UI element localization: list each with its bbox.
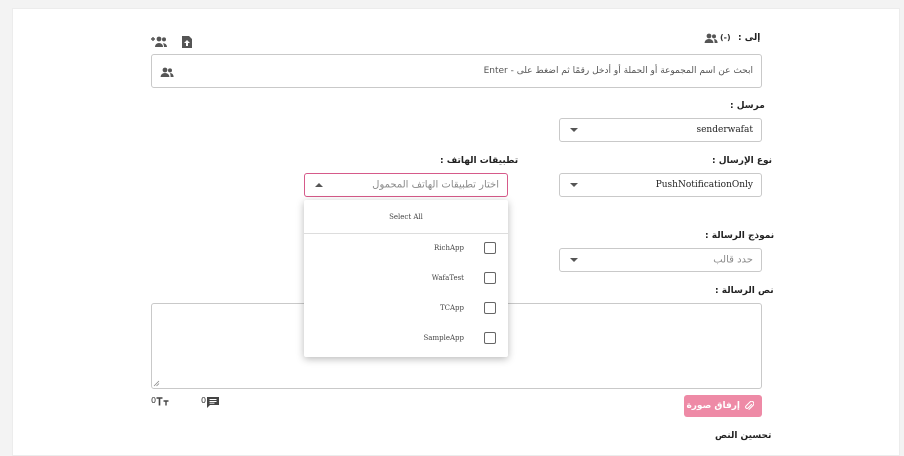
recipients-label: إلى :	[738, 33, 761, 43]
sender-select[interactable]: senderwafat	[559, 118, 762, 142]
app-option-label: SampleApp	[423, 334, 465, 342]
paperclip-icon	[745, 401, 754, 410]
caret-down-icon	[570, 258, 578, 262]
add-group-icon[interactable]	[150, 35, 168, 49]
group-icon	[704, 33, 718, 43]
improve-text-label: تحسين النص	[715, 431, 772, 441]
attach-image-button[interactable]: إرفاق صورة	[684, 395, 762, 417]
attach-image-label: إرفاق صورة	[686, 401, 740, 411]
app-option-label: WafaTest	[431, 274, 464, 282]
sender-value: senderwafat	[696, 125, 753, 135]
select-all-label: Select All	[389, 212, 423, 221]
recipients-search-input[interactable]: ابحث عن اسم المجموعة أو الحملة أو أدخل ر…	[151, 54, 762, 88]
sender-label: مرسل :	[730, 101, 765, 111]
template-placeholder: حدد قالب	[713, 254, 753, 266]
send-type-value: PushNotificationOnly	[655, 180, 753, 190]
resize-icon[interactable]	[153, 380, 160, 387]
app-option-checkbox[interactable]	[484, 332, 496, 344]
app-option[interactable]: SampleApp	[304, 323, 508, 353]
app-option-label: RichApp	[434, 244, 464, 252]
app-option-label: TCApp	[439, 304, 464, 312]
caret-down-icon	[570, 128, 578, 132]
caret-up-icon	[315, 183, 323, 187]
recipients-count: (-)	[720, 33, 731, 42]
recipients-search-placeholder: ابحث عن اسم المجموعة أو الحملة أو أدخل ر…	[483, 66, 753, 76]
select-all-option[interactable]: Select All	[304, 200, 508, 233]
phone-apps-dropdown: Select All RichApp WafaTest TCApp Sample…	[304, 200, 508, 357]
message-label: نص الرسالة :	[715, 286, 774, 296]
app-option[interactable]: TCApp	[304, 293, 508, 323]
app-option-checkbox[interactable]	[484, 302, 496, 314]
phone-apps-label: تطبيقات الهاتف :	[440, 156, 519, 166]
phone-apps-placeholder: اختار تطبيقات الهاتف المحمول	[372, 179, 499, 191]
app-option-checkbox[interactable]	[484, 242, 496, 254]
app-option-checkbox[interactable]	[484, 272, 496, 284]
text-size-icon	[156, 397, 169, 406]
chat-icon	[207, 397, 219, 408]
app-option[interactable]: WafaTest	[304, 263, 508, 293]
template-label: نموذج الرسالة :	[705, 231, 775, 241]
caret-down-icon	[570, 183, 578, 187]
phone-apps-select[interactable]: اختار تطبيقات الهاتف المحمول	[304, 173, 508, 197]
group-icon	[160, 67, 174, 77]
file-upload-icon[interactable]	[181, 35, 193, 49]
send-type-label: نوع الإرسال :	[712, 156, 773, 166]
send-type-select[interactable]: PushNotificationOnly	[559, 173, 762, 197]
template-select[interactable]: حدد قالب	[559, 248, 762, 272]
app-option[interactable]: RichApp	[304, 233, 508, 263]
